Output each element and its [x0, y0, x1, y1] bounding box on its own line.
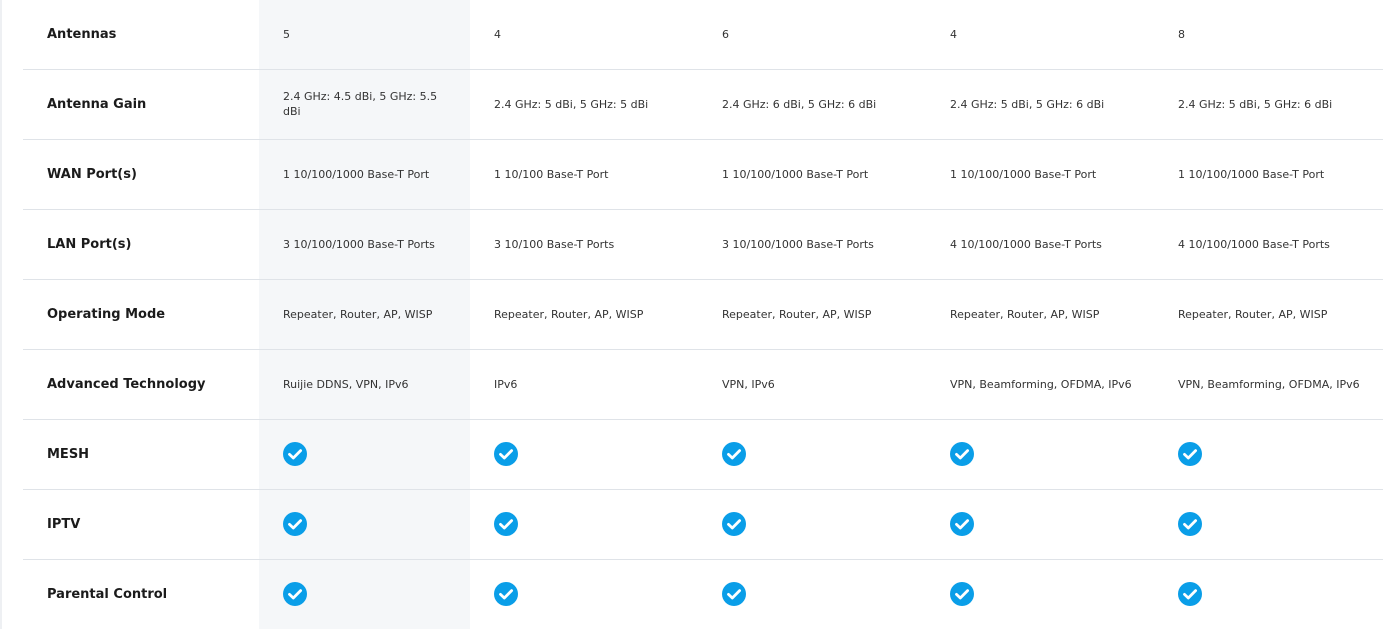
- supported-cell: [698, 419, 926, 490]
- row-label: WAN Port(s): [23, 139, 259, 210]
- supported-cell: [1154, 559, 1383, 629]
- table-row-lan-ports: LAN Port(s) 3 10/100/1000 Base-T Ports 3…: [23, 209, 1383, 280]
- spec-cell: 1 10/100/1000 Base-T Port: [1154, 139, 1383, 210]
- supported-cell: [1154, 419, 1383, 490]
- check-circle-icon: [494, 442, 518, 466]
- row-label: MESH: [23, 419, 259, 490]
- table-row-advanced-technology: Advanced Technology Ruijie DDNS, VPN, IP…: [23, 349, 1383, 420]
- spec-cell: 4: [470, 0, 698, 70]
- table-row-wan-ports: WAN Port(s) 1 10/100/1000 Base-T Port 1 …: [23, 139, 1383, 210]
- check-circle-icon: [1178, 442, 1202, 466]
- row-label: LAN Port(s): [23, 209, 259, 280]
- spec-cell: 2.4 GHz: 5 dBi, 5 GHz: 6 dBi: [1154, 69, 1383, 140]
- spec-cell: 1 10/100/1000 Base-T Port: [259, 139, 470, 210]
- spec-cell: 5: [259, 0, 470, 70]
- spec-cell: 4: [926, 0, 1154, 70]
- spec-cell: 1 10/100 Base-T Port: [470, 139, 698, 210]
- check-circle-icon: [722, 512, 746, 536]
- supported-cell: [698, 489, 926, 560]
- row-label: Advanced Technology: [23, 349, 259, 420]
- check-circle-icon: [283, 512, 307, 536]
- spec-cell: 2.4 GHz: 5 dBi, 5 GHz: 6 dBi: [926, 69, 1154, 140]
- spec-cell: 6: [698, 0, 926, 70]
- supported-cell: [926, 419, 1154, 490]
- check-circle-icon: [494, 512, 518, 536]
- spec-cell: 2.4 GHz: 5 dBi, 5 GHz: 5 dBi: [470, 69, 698, 140]
- spec-cell: 2.4 GHz: 6 dBi, 5 GHz: 6 dBi: [698, 69, 926, 140]
- spec-cell: VPN, IPv6: [698, 349, 926, 420]
- table-row-iptv: IPTV: [23, 489, 1383, 560]
- row-label: Operating Mode: [23, 279, 259, 350]
- table-row-operating-mode: Operating Mode Repeater, Router, AP, WIS…: [23, 279, 1383, 350]
- spec-cell: IPv6: [470, 349, 698, 420]
- spec-cell: 2.4 GHz: 4.5 dBi, 5 GHz: 5.5 dBi: [259, 69, 470, 140]
- check-circle-icon: [950, 512, 974, 536]
- check-circle-icon: [1178, 582, 1202, 607]
- supported-cell: [1154, 489, 1383, 560]
- supported-cell: [926, 489, 1154, 560]
- spec-comparison-table: Antennas 5 4 6 4 8 Antenna Gain 2.4 GHz:…: [23, 0, 1383, 629]
- supported-cell: [470, 559, 698, 629]
- supported-cell: [259, 419, 470, 490]
- supported-cell: [470, 419, 698, 490]
- table-row-mesh: MESH: [23, 419, 1383, 490]
- check-circle-icon: [950, 582, 974, 607]
- spec-cell: 1 10/100/1000 Base-T Port: [926, 139, 1154, 210]
- spec-cell: VPN, Beamforming, OFDMA, IPv6: [1154, 349, 1383, 420]
- spec-cell: Repeater, Router, AP, WISP: [259, 279, 470, 350]
- supported-cell: [698, 559, 926, 629]
- spec-cell: 4 10/100/1000 Base-T Ports: [926, 209, 1154, 280]
- spec-cell: Repeater, Router, AP, WISP: [1154, 279, 1383, 350]
- row-label: Parental Control: [47, 586, 168, 602]
- check-circle-icon: [950, 442, 974, 466]
- row-label: Antennas: [23, 0, 259, 70]
- check-circle-icon: [722, 582, 746, 607]
- row-label: IPTV: [23, 489, 259, 560]
- spec-cell: 3 10/100 Base-T Ports: [470, 209, 698, 280]
- check-circle-icon: [283, 442, 307, 466]
- spec-cell: Ruijie DDNS, VPN, IPv6: [259, 349, 470, 420]
- check-circle-icon: [1178, 512, 1202, 536]
- supported-cell: [259, 559, 470, 629]
- table-row-parental-control: Parental Control: [23, 559, 1383, 629]
- spec-comparison-page: Antennas 5 4 6 4 8 Antenna Gain 2.4 GHz:…: [0, 0, 1400, 629]
- spec-cell: Repeater, Router, AP, WISP: [698, 279, 926, 350]
- spec-cell: 3 10/100/1000 Base-T Ports: [259, 209, 470, 280]
- row-label: Antenna Gain: [23, 69, 259, 140]
- supported-cell: [470, 489, 698, 560]
- check-circle-icon: [722, 442, 746, 466]
- supported-cell: [926, 559, 1154, 629]
- spec-cell: 4 10/100/1000 Base-T Ports: [1154, 209, 1383, 280]
- supported-cell: [259, 489, 470, 560]
- check-circle-icon: [494, 582, 518, 607]
- left-edge-rule: [0, 0, 2, 629]
- spec-cell: 1 10/100/1000 Base-T Port: [698, 139, 926, 210]
- check-circle-icon: [283, 582, 307, 607]
- spec-cell: Repeater, Router, AP, WISP: [470, 279, 698, 350]
- spec-cell: Repeater, Router, AP, WISP: [926, 279, 1154, 350]
- table-row-antenna-gain: Antenna Gain 2.4 GHz: 4.5 dBi, 5 GHz: 5.…: [23, 69, 1383, 140]
- table-row-antennas: Antennas 5 4 6 4 8: [23, 0, 1383, 70]
- spec-cell: 3 10/100/1000 Base-T Ports: [698, 209, 926, 280]
- spec-cell: VPN, Beamforming, OFDMA, IPv6: [926, 349, 1154, 420]
- spec-cell: 8: [1154, 0, 1383, 70]
